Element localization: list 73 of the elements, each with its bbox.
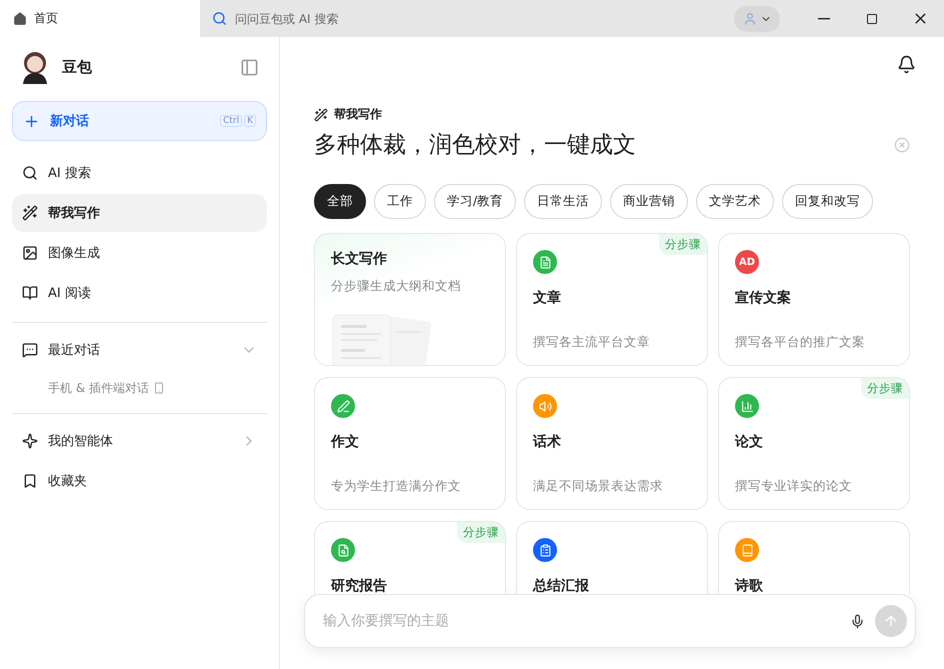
card-title: 话术: [533, 433, 562, 451]
card-description: 撰写各主流平台文章: [533, 334, 651, 351]
minimize-icon: [818, 18, 830, 20]
recent-chats-item[interactable]: 最近对话: [12, 331, 267, 369]
card-title: 长文写作: [331, 250, 388, 268]
search-icon: [212, 11, 227, 26]
section-label: 帮我写作: [334, 106, 382, 123]
new-chat-button[interactable]: 新对话 Ctrl K: [12, 101, 267, 141]
sidebar-item[interactable]: AI 阅读: [12, 274, 267, 312]
sidebar-item[interactable]: 图像生成: [12, 234, 267, 272]
step-badge: 分步骤: [457, 522, 505, 543]
writing-card[interactable]: 诗歌: [718, 521, 910, 594]
notification-icon[interactable]: [897, 55, 916, 74]
send-button[interactable]: [875, 605, 907, 637]
sidebar-item[interactable]: 帮我写作: [12, 194, 267, 232]
search-field[interactable]: 问问豆包或 AI 搜索: [233, 10, 433, 26]
filter-chip[interactable]: 日常生活: [524, 184, 602, 219]
close-icon[interactable]: [894, 136, 910, 152]
microphone-icon[interactable]: [850, 614, 865, 628]
filter-chip[interactable]: 商业营销: [610, 184, 688, 219]
step-badge: 分步骤: [659, 234, 707, 255]
book-icon: [22, 285, 38, 301]
writing-card[interactable]: 分步骤 论文 撰写专业详实的论文: [718, 377, 910, 510]
step-badge: 分步骤: [861, 378, 909, 399]
sidebar-toggle-icon[interactable]: [240, 58, 259, 76]
writing-card[interactable]: 长文写作 分步骤生成大纲和文档: [314, 233, 506, 366]
sidebar-label: 收藏夹: [48, 473, 88, 490]
writing-card[interactable]: 分步骤 研究报告: [314, 521, 506, 594]
card-title: 论文: [735, 433, 764, 451]
maximize-icon: [866, 12, 878, 24]
phone-icon: [153, 382, 165, 394]
writing-card[interactable]: 总结汇报: [516, 521, 708, 594]
topic-field[interactable]: 输入你要撰写的主题: [321, 612, 840, 630]
card-description: 撰写各平台的推广文案: [735, 334, 866, 351]
card-description: 分步骤生成大纲和文档: [331, 278, 462, 295]
card-description: 满足不同场景表达需求: [533, 478, 664, 495]
sidebar-label: 最近对话: [48, 342, 101, 359]
ad-icon: AD: [735, 250, 759, 274]
card-title: 文章: [533, 289, 562, 307]
home-tab[interactable]: 首页: [0, 0, 200, 37]
user-icon: [742, 12, 756, 26]
filter-chip[interactable]: 文学艺术: [696, 184, 774, 219]
card-title: 宣传文案: [735, 289, 792, 307]
sidebar-item[interactable]: 收藏夹: [12, 462, 267, 500]
home-icon: [13, 12, 27, 26]
filter-chip[interactable]: 回复和改写: [782, 184, 874, 219]
bookmark-icon: [22, 473, 38, 489]
headline: 多种体裁，润色校对，一键成文: [314, 131, 636, 160]
card-title: 研究报告: [331, 577, 388, 594]
recent-chat-item[interactable]: 手机 & 插件端对话: [12, 371, 267, 405]
writing-card[interactable]: 作文 专为学生打造满分作文: [314, 377, 506, 510]
card-description: 专为学生打造满分作文: [331, 478, 462, 495]
writing-card[interactable]: AD 宣传文案 撰写各平台的推广文案: [718, 233, 910, 366]
card-title: 诗歌: [735, 577, 764, 594]
filter-chip[interactable]: 工作: [374, 184, 426, 219]
chat-icon: [22, 342, 38, 358]
topic-input[interactable]: 输入你要撰写的主题: [304, 594, 916, 648]
card-description: 撰写专业详实的论文: [735, 478, 853, 495]
writing-card[interactable]: 分步骤 文章 撰写各主流平台文章: [516, 233, 708, 366]
sparkle-icon: [22, 433, 38, 449]
card-title: 总结汇报: [533, 577, 590, 594]
writing-card[interactable]: 话术 满足不同场景表达需求: [516, 377, 708, 510]
sidebar-label: 我的智能体: [48, 433, 114, 450]
avatar: [20, 50, 50, 84]
search-icon: [22, 165, 38, 181]
filter-chip[interactable]: 学习/教育: [434, 184, 516, 219]
sidebar-item[interactable]: AI 搜索: [12, 154, 267, 192]
image-icon: [22, 245, 38, 261]
card-title: 作文: [331, 433, 360, 451]
profile-button[interactable]: [734, 6, 780, 32]
filter-chip[interactable]: 全部: [314, 184, 366, 219]
brand-name: 豆包: [62, 58, 93, 76]
sidebar-item[interactable]: 我的智能体: [12, 422, 267, 460]
